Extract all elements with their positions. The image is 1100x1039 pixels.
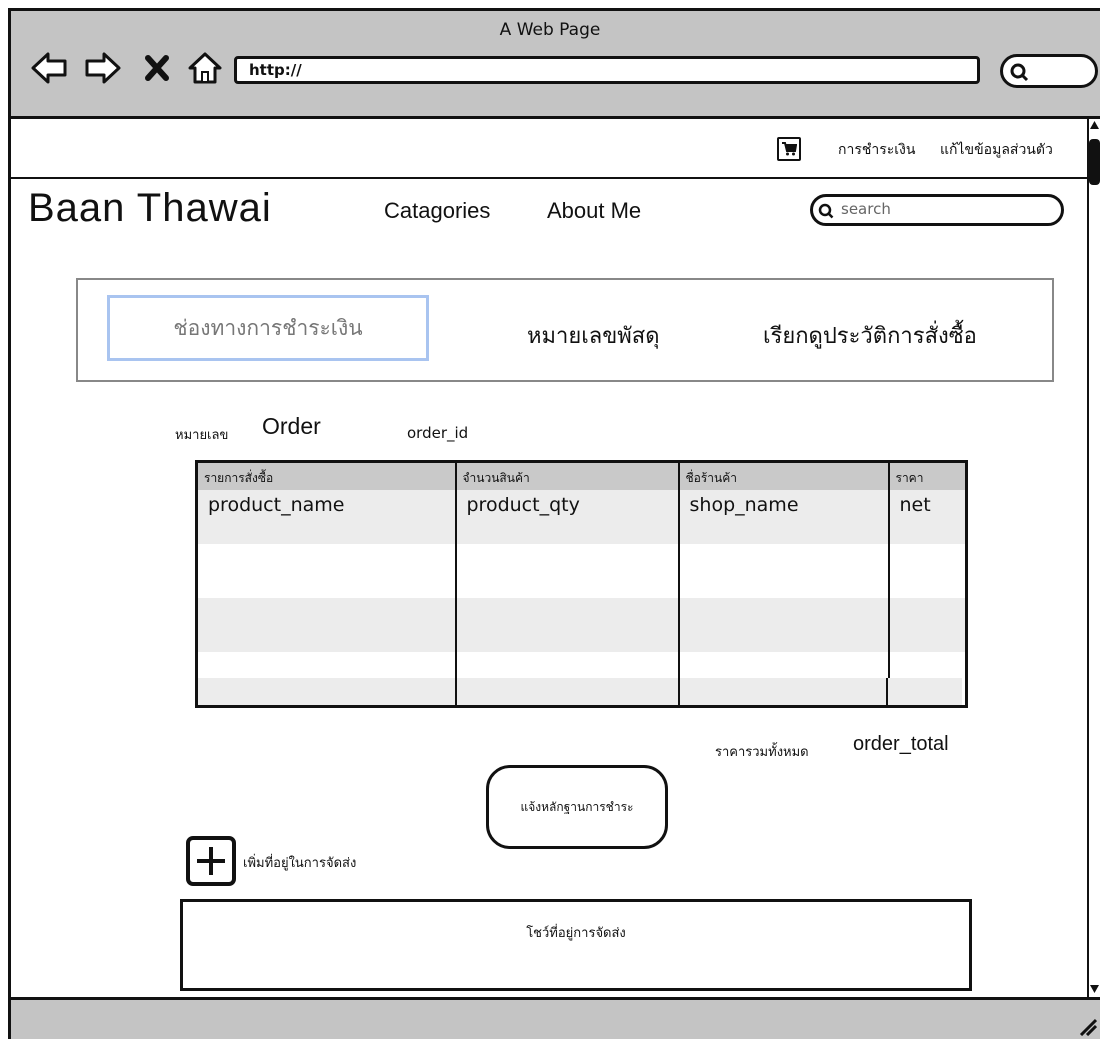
table-footer-band bbox=[198, 678, 962, 705]
scrollbar-thumb[interactable] bbox=[1089, 139, 1100, 185]
cart-icon bbox=[782, 142, 797, 156]
edit-profile-link[interactable]: แก้ไขข้อมูลส่วนตัว bbox=[940, 139, 1053, 161]
order-prefix: หมายเลข bbox=[175, 428, 229, 443]
table-cell bbox=[678, 598, 890, 653]
col-header-shop: ชื่อร้านค้า bbox=[678, 461, 890, 490]
brand-logo[interactable]: Baan Thawai bbox=[28, 186, 272, 231]
table-divider bbox=[678, 678, 680, 705]
order-id: order_id bbox=[407, 424, 469, 442]
back-arrow-icon[interactable] bbox=[30, 50, 68, 86]
total-label: ราคารวมทั้งหมด bbox=[715, 745, 809, 760]
browser-status-bar bbox=[11, 997, 1100, 1039]
notify-payment-button[interactable]: แจ้งหลักฐานการชำระ bbox=[486, 765, 668, 849]
site-search-icon bbox=[818, 203, 834, 219]
plus-icon bbox=[197, 847, 225, 875]
table-row[interactable] bbox=[196, 598, 968, 653]
add-address-label[interactable]: เพิ่มที่อยู่ในการจัดส่ง bbox=[243, 852, 356, 873]
nav-about-me[interactable]: About Me bbox=[547, 198, 641, 224]
url-bar[interactable]: http:// bbox=[234, 56, 980, 84]
table-cell bbox=[888, 544, 968, 599]
site-search-input[interactable]: search bbox=[810, 194, 1064, 226]
order-total: order_total bbox=[853, 733, 949, 755]
table-cell bbox=[455, 544, 680, 599]
tab-order-history[interactable]: เรียกดูประวัติการสั่งซื้อ bbox=[763, 318, 977, 353]
search-icon bbox=[1010, 63, 1029, 82]
col-header-items: รายการสั่งซื้อ bbox=[196, 461, 457, 490]
add-address-button[interactable] bbox=[186, 836, 236, 886]
window-title: A Web Page bbox=[499, 20, 601, 40]
vertical-scrollbar[interactable] bbox=[1087, 119, 1100, 997]
cart-button[interactable] bbox=[777, 137, 801, 161]
cell-net-price: net bbox=[888, 490, 968, 545]
resize-grip-icon[interactable] bbox=[1077, 1016, 1097, 1036]
order-label: Order bbox=[262, 413, 321, 439]
tab-payment-channel[interactable]: ช่องทางการชำระเงิน bbox=[107, 295, 429, 361]
cell-product-qty: product_qty bbox=[455, 490, 680, 545]
account-strip bbox=[11, 119, 1087, 179]
payment-link[interactable]: การชำระเงิน bbox=[838, 139, 915, 161]
table-cell bbox=[678, 544, 890, 599]
table-cell bbox=[888, 598, 968, 653]
cell-shop-name: shop_name bbox=[678, 490, 890, 545]
nav-categories[interactable]: Catagories bbox=[384, 198, 490, 224]
home-icon[interactable] bbox=[186, 50, 224, 86]
stop-x-icon[interactable] bbox=[142, 50, 172, 86]
order-items-table: รายการสั่งซื้อ จำนวนสินค้า ชื่อร้านค้า ร… bbox=[195, 460, 968, 708]
table-divider bbox=[455, 678, 457, 705]
table-cell bbox=[196, 598, 457, 653]
table-row[interactable] bbox=[196, 544, 968, 599]
table-cell bbox=[455, 598, 680, 653]
table-header-row: รายการสั่งซื้อ จำนวนสินค้า ชื่อร้านค้า ร… bbox=[196, 461, 968, 490]
scroll-down-icon[interactable] bbox=[1089, 983, 1100, 995]
col-header-quantity: จำนวนสินค้า bbox=[455, 461, 680, 490]
scroll-up-icon[interactable] bbox=[1089, 119, 1100, 131]
col-header-price: ราคา bbox=[888, 461, 968, 490]
shipping-address-box: โชว์ที่อยู่การจัดส่ง bbox=[180, 899, 972, 991]
table-row[interactable]: product_name product_qty shop_name net bbox=[196, 490, 968, 545]
forward-arrow-icon[interactable] bbox=[84, 50, 122, 86]
table-divider bbox=[886, 678, 888, 705]
cell-product-name: product_name bbox=[196, 490, 457, 545]
browser-search-box[interactable] bbox=[1000, 54, 1098, 88]
table-cell bbox=[196, 544, 457, 599]
tab-tracking-number[interactable]: หมายเลขพัสดุ bbox=[527, 318, 660, 353]
